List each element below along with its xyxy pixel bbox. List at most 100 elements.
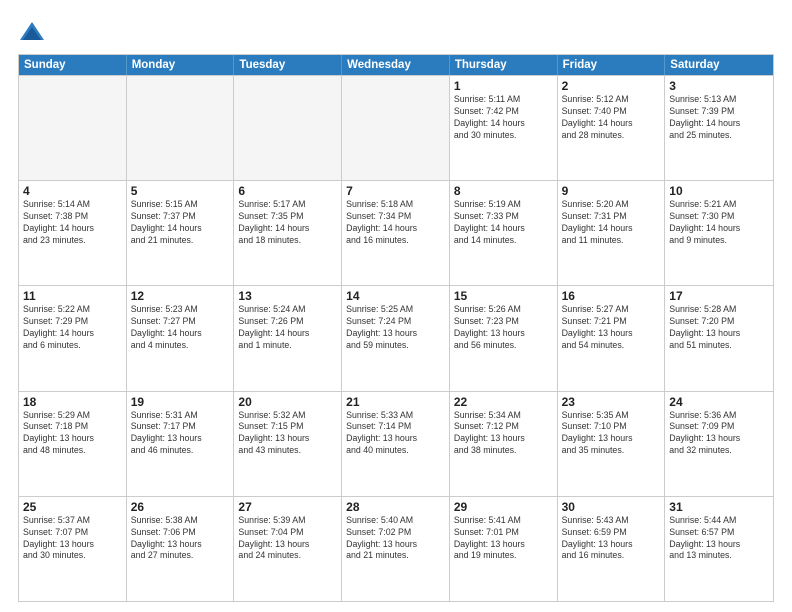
day-number: 7 [346,184,445,198]
cal-week-3: 11Sunrise: 5:22 AM Sunset: 7:29 PM Dayli… [19,285,773,390]
day-info: Sunrise: 5:32 AM Sunset: 7:15 PM Dayligh… [238,410,337,458]
day-info: Sunrise: 5:15 AM Sunset: 7:37 PM Dayligh… [131,199,230,247]
day-info: Sunrise: 5:36 AM Sunset: 7:09 PM Dayligh… [669,410,769,458]
cal-cell: 10Sunrise: 5:21 AM Sunset: 7:30 PM Dayli… [665,181,773,285]
cal-week-2: 4Sunrise: 5:14 AM Sunset: 7:38 PM Daylig… [19,180,773,285]
day-info: Sunrise: 5:11 AM Sunset: 7:42 PM Dayligh… [454,94,553,142]
day-info: Sunrise: 5:38 AM Sunset: 7:06 PM Dayligh… [131,515,230,563]
cal-header-saturday: Saturday [665,55,773,75]
cal-cell: 7Sunrise: 5:18 AM Sunset: 7:34 PM Daylig… [342,181,450,285]
cal-cell: 2Sunrise: 5:12 AM Sunset: 7:40 PM Daylig… [558,76,666,180]
day-number: 16 [562,289,661,303]
day-info: Sunrise: 5:37 AM Sunset: 7:07 PM Dayligh… [23,515,122,563]
day-number: 9 [562,184,661,198]
cal-cell: 31Sunrise: 5:44 AM Sunset: 6:57 PM Dayli… [665,497,773,601]
cal-cell [234,76,342,180]
day-info: Sunrise: 5:31 AM Sunset: 7:17 PM Dayligh… [131,410,230,458]
day-info: Sunrise: 5:22 AM Sunset: 7:29 PM Dayligh… [23,304,122,352]
day-info: Sunrise: 5:28 AM Sunset: 7:20 PM Dayligh… [669,304,769,352]
cal-header-wednesday: Wednesday [342,55,450,75]
day-info: Sunrise: 5:13 AM Sunset: 7:39 PM Dayligh… [669,94,769,142]
cal-cell: 20Sunrise: 5:32 AM Sunset: 7:15 PM Dayli… [234,392,342,496]
day-number: 19 [131,395,230,409]
day-info: Sunrise: 5:43 AM Sunset: 6:59 PM Dayligh… [562,515,661,563]
cal-cell: 14Sunrise: 5:25 AM Sunset: 7:24 PM Dayli… [342,286,450,390]
day-number: 28 [346,500,445,514]
day-number: 22 [454,395,553,409]
day-info: Sunrise: 5:26 AM Sunset: 7:23 PM Dayligh… [454,304,553,352]
cal-cell: 25Sunrise: 5:37 AM Sunset: 7:07 PM Dayli… [19,497,127,601]
day-info: Sunrise: 5:18 AM Sunset: 7:34 PM Dayligh… [346,199,445,247]
cal-cell: 26Sunrise: 5:38 AM Sunset: 7:06 PM Dayli… [127,497,235,601]
cal-cell: 9Sunrise: 5:20 AM Sunset: 7:31 PM Daylig… [558,181,666,285]
day-number: 20 [238,395,337,409]
cal-cell: 12Sunrise: 5:23 AM Sunset: 7:27 PM Dayli… [127,286,235,390]
cal-cell: 24Sunrise: 5:36 AM Sunset: 7:09 PM Dayli… [665,392,773,496]
day-number: 17 [669,289,769,303]
cal-week-5: 25Sunrise: 5:37 AM Sunset: 7:07 PM Dayli… [19,496,773,601]
day-number: 31 [669,500,769,514]
day-number: 6 [238,184,337,198]
cal-cell: 3Sunrise: 5:13 AM Sunset: 7:39 PM Daylig… [665,76,773,180]
day-number: 23 [562,395,661,409]
header [18,18,774,46]
day-number: 13 [238,289,337,303]
day-number: 12 [131,289,230,303]
day-info: Sunrise: 5:39 AM Sunset: 7:04 PM Dayligh… [238,515,337,563]
page: SundayMondayTuesdayWednesdayThursdayFrid… [0,0,792,612]
day-number: 10 [669,184,769,198]
cal-cell: 8Sunrise: 5:19 AM Sunset: 7:33 PM Daylig… [450,181,558,285]
cal-header-friday: Friday [558,55,666,75]
day-number: 24 [669,395,769,409]
calendar-body: 1Sunrise: 5:11 AM Sunset: 7:42 PM Daylig… [19,75,773,601]
day-number: 3 [669,79,769,93]
day-info: Sunrise: 5:21 AM Sunset: 7:30 PM Dayligh… [669,199,769,247]
cal-cell: 28Sunrise: 5:40 AM Sunset: 7:02 PM Dayli… [342,497,450,601]
day-info: Sunrise: 5:33 AM Sunset: 7:14 PM Dayligh… [346,410,445,458]
cal-cell [127,76,235,180]
day-number: 30 [562,500,661,514]
calendar: SundayMondayTuesdayWednesdayThursdayFrid… [18,54,774,602]
cal-cell: 4Sunrise: 5:14 AM Sunset: 7:38 PM Daylig… [19,181,127,285]
cal-header-monday: Monday [127,55,235,75]
cal-cell: 21Sunrise: 5:33 AM Sunset: 7:14 PM Dayli… [342,392,450,496]
day-number: 26 [131,500,230,514]
day-number: 8 [454,184,553,198]
cal-week-4: 18Sunrise: 5:29 AM Sunset: 7:18 PM Dayli… [19,391,773,496]
cal-week-1: 1Sunrise: 5:11 AM Sunset: 7:42 PM Daylig… [19,75,773,180]
day-info: Sunrise: 5:27 AM Sunset: 7:21 PM Dayligh… [562,304,661,352]
day-info: Sunrise: 5:24 AM Sunset: 7:26 PM Dayligh… [238,304,337,352]
cal-cell: 11Sunrise: 5:22 AM Sunset: 7:29 PM Dayli… [19,286,127,390]
day-number: 25 [23,500,122,514]
day-info: Sunrise: 5:41 AM Sunset: 7:01 PM Dayligh… [454,515,553,563]
cal-cell: 17Sunrise: 5:28 AM Sunset: 7:20 PM Dayli… [665,286,773,390]
day-info: Sunrise: 5:12 AM Sunset: 7:40 PM Dayligh… [562,94,661,142]
cal-cell: 19Sunrise: 5:31 AM Sunset: 7:17 PM Dayli… [127,392,235,496]
cal-header-sunday: Sunday [19,55,127,75]
day-info: Sunrise: 5:40 AM Sunset: 7:02 PM Dayligh… [346,515,445,563]
day-info: Sunrise: 5:14 AM Sunset: 7:38 PM Dayligh… [23,199,122,247]
logo-icon [18,18,46,46]
cal-header-thursday: Thursday [450,55,558,75]
day-number: 15 [454,289,553,303]
day-info: Sunrise: 5:20 AM Sunset: 7:31 PM Dayligh… [562,199,661,247]
day-info: Sunrise: 5:17 AM Sunset: 7:35 PM Dayligh… [238,199,337,247]
day-info: Sunrise: 5:19 AM Sunset: 7:33 PM Dayligh… [454,199,553,247]
day-number: 21 [346,395,445,409]
cal-cell [342,76,450,180]
cal-header-tuesday: Tuesday [234,55,342,75]
day-number: 4 [23,184,122,198]
cal-cell: 13Sunrise: 5:24 AM Sunset: 7:26 PM Dayli… [234,286,342,390]
day-number: 2 [562,79,661,93]
day-number: 29 [454,500,553,514]
cal-cell: 16Sunrise: 5:27 AM Sunset: 7:21 PM Dayli… [558,286,666,390]
day-info: Sunrise: 5:44 AM Sunset: 6:57 PM Dayligh… [669,515,769,563]
cal-cell: 15Sunrise: 5:26 AM Sunset: 7:23 PM Dayli… [450,286,558,390]
cal-cell: 1Sunrise: 5:11 AM Sunset: 7:42 PM Daylig… [450,76,558,180]
cal-cell: 6Sunrise: 5:17 AM Sunset: 7:35 PM Daylig… [234,181,342,285]
day-info: Sunrise: 5:25 AM Sunset: 7:24 PM Dayligh… [346,304,445,352]
cal-cell [19,76,127,180]
day-number: 14 [346,289,445,303]
cal-cell: 23Sunrise: 5:35 AM Sunset: 7:10 PM Dayli… [558,392,666,496]
cal-cell: 5Sunrise: 5:15 AM Sunset: 7:37 PM Daylig… [127,181,235,285]
